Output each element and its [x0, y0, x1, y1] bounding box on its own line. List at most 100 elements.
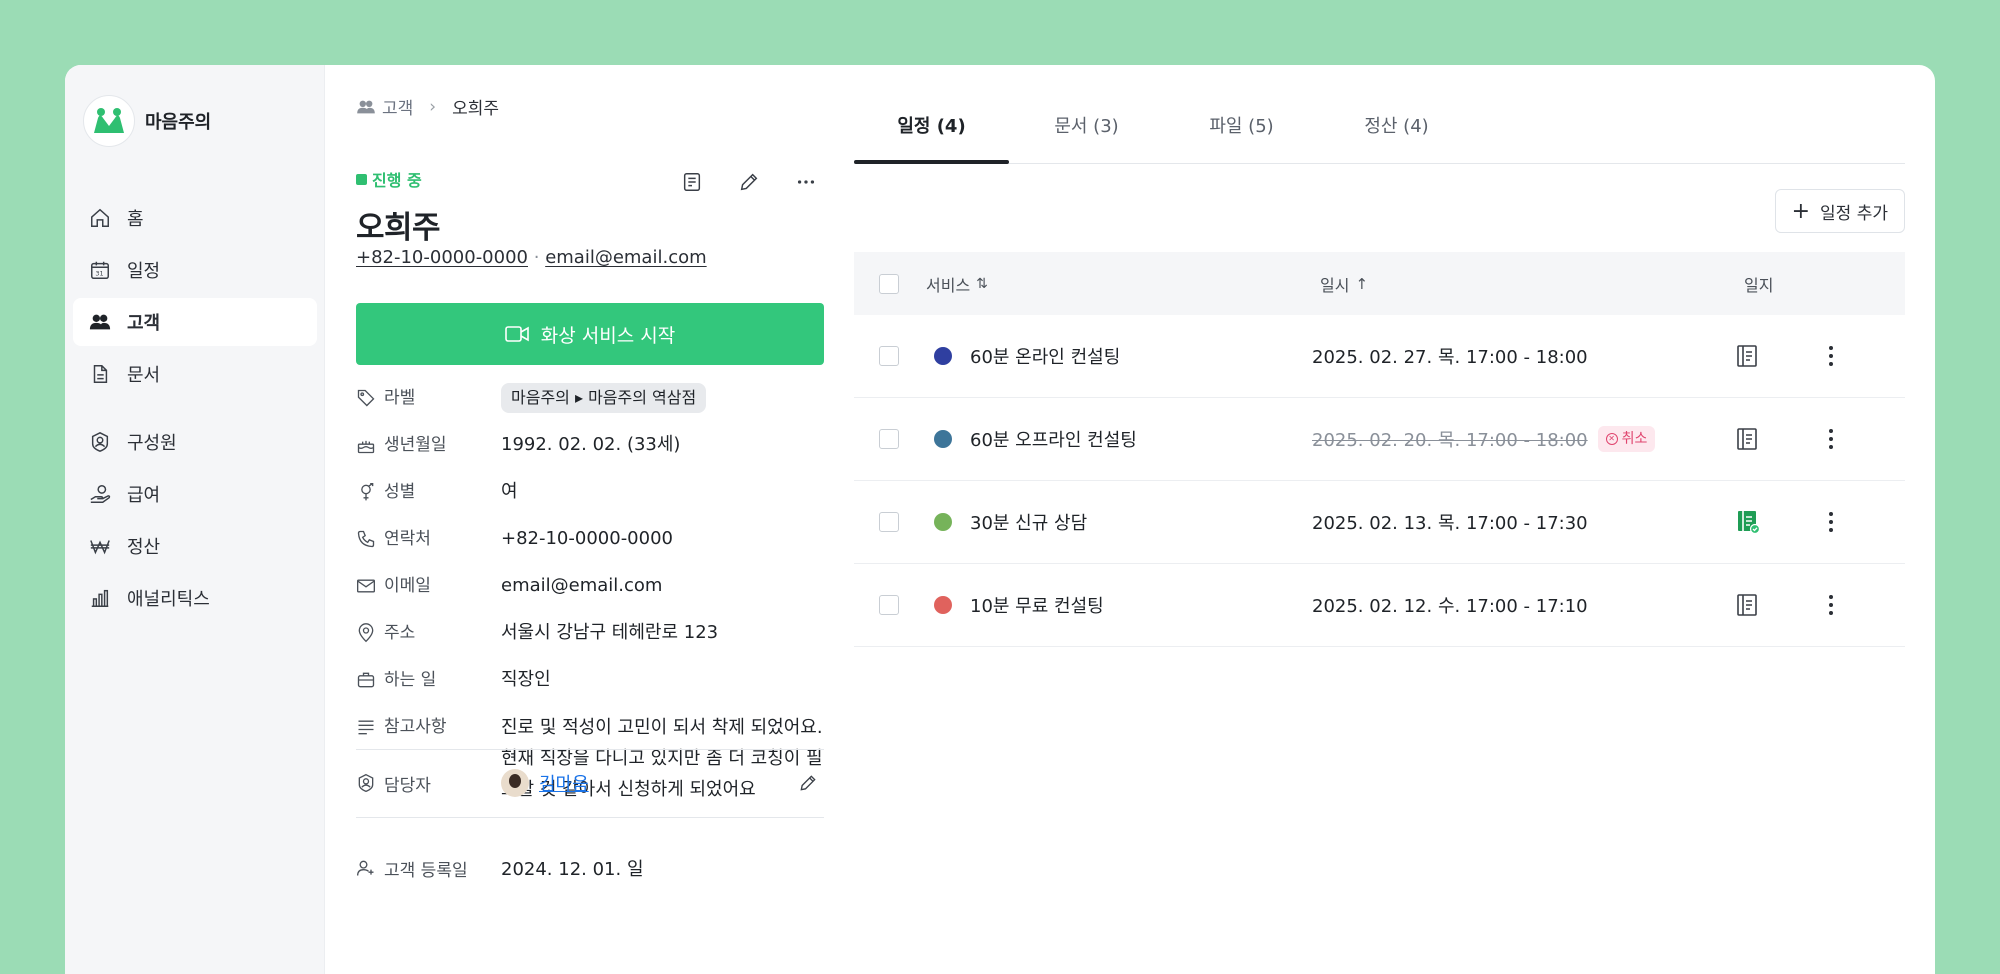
analytics-icon: [91, 589, 109, 607]
sidebar-item-label: 홈: [127, 209, 144, 230]
document-icon: [93, 365, 108, 383]
registered-value: 2024. 12. 01. 일: [501, 859, 644, 880]
column-datetime[interactable]: 일시 ↑: [1320, 272, 1744, 296]
row-checkbox[interactable]: [879, 595, 899, 615]
mail-icon: [357, 579, 375, 593]
pencil-icon: [740, 173, 758, 191]
memo-icon: [683, 173, 701, 191]
tabs: 일정 (4) 문서 (3) 파일 (5) 정산 (4): [854, 103, 1905, 164]
profile-actions: [653, 164, 824, 200]
log-button[interactable]: [1736, 344, 1806, 368]
add-schedule-button[interactable]: + 일정 추가: [1774, 189, 1905, 233]
sidebar-item-schedule[interactable]: 31 일정: [73, 246, 317, 294]
service-name: 30분 신규 상담: [970, 513, 1088, 534]
birthday-value: 1992. 02. 02. (33세): [501, 434, 681, 455]
brand[interactable]: 마음주의: [83, 95, 211, 147]
email-link[interactable]: email@email.com: [545, 247, 706, 268]
start-video-service-button[interactable]: 화상 서비스 시작: [356, 303, 824, 365]
status-label: 진행 중: [372, 171, 422, 190]
log-button[interactable]: [1736, 593, 1806, 617]
sort-ascending-icon: ↑: [1355, 274, 1369, 293]
sidebar-item-label: 문서: [127, 365, 161, 386]
log-button[interactable]: [1736, 427, 1806, 451]
divider: [356, 749, 824, 750]
service-color-dot: [934, 596, 952, 614]
sidebar-item-salary[interactable]: 급여: [73, 470, 317, 518]
cancel-icon: ✕: [1605, 433, 1618, 445]
field-email: 이메일 email@email.com: [356, 571, 824, 601]
app-window: 마음주의 홈 31 일정 고객 문서 구성원 급여 정산 애널리틱스 고객 › …: [65, 65, 1935, 974]
tab-documents[interactable]: 문서 (3): [1009, 103, 1164, 163]
field-gender: 성별 여: [356, 477, 824, 507]
member-badge-icon: [358, 773, 374, 793]
service-color-dot: [934, 513, 952, 531]
edit-owner-button[interactable]: [792, 767, 824, 799]
sidebar-item-analytics[interactable]: 애널리틱스: [73, 574, 317, 622]
edit-button[interactable]: [731, 164, 767, 200]
status-badge: 진행 중: [356, 167, 422, 191]
row-checkbox[interactable]: [879, 429, 899, 449]
chevron-right-icon: ›: [429, 96, 437, 117]
memo-button[interactable]: [674, 164, 710, 200]
log-button[interactable]: [1736, 509, 1806, 535]
table-row[interactable]: 30분 신규 상담 2025. 02. 13. 목. 17:00 - 17:30: [854, 481, 1905, 564]
sidebar-item-settlement[interactable]: 정산: [73, 522, 317, 570]
service-name: 60분 온라인 컨설팅: [970, 347, 1121, 368]
breadcrumb: 고객 › 오희주: [356, 94, 499, 119]
video-camera-icon: [504, 326, 529, 342]
main-content: 일정 (4) 문서 (3) 파일 (5) 정산 (4) + 일정 추가 서비스 …: [854, 65, 1905, 974]
tab-files[interactable]: 파일 (5): [1164, 103, 1319, 163]
customer-name: 오희주: [356, 210, 441, 246]
tab-settlement[interactable]: 정산 (4): [1319, 103, 1474, 163]
gender-value: 여: [501, 481, 518, 502]
column-log: 일지: [1744, 275, 1774, 295]
table-row[interactable]: 60분 온라인 컨설팅 2025. 02. 27. 목. 17:00 - 18:…: [854, 315, 1905, 398]
sidebar-item-customers[interactable]: 고객: [73, 298, 317, 346]
tab-schedule[interactable]: 일정 (4): [854, 103, 1009, 164]
sort-icon: ⇅: [976, 275, 988, 292]
brand-logo-icon: [83, 95, 135, 147]
customer-fields: 라벨 마음주의 ▸ 마음주의 역삼점 생년월일 1992. 02. 02. (3…: [356, 383, 824, 822]
service-name: 60분 오프라인 컨설팅: [970, 430, 1137, 451]
row-checkbox[interactable]: [879, 346, 899, 366]
salary-hand-icon: [90, 485, 111, 503]
table-row[interactable]: 60분 오프라인 컨설팅 2025. 02. 20. 목. 17:00 - 18…: [854, 398, 1905, 481]
row-more-button[interactable]: [1806, 512, 1856, 532]
sidebar-item-members[interactable]: 구성원: [73, 418, 317, 466]
more-button[interactable]: [788, 164, 824, 200]
row-checkbox[interactable]: [879, 512, 899, 532]
row-more-button[interactable]: [1806, 429, 1856, 449]
notes-icon: [358, 720, 374, 735]
sidebar-item-documents[interactable]: 문서: [73, 350, 317, 398]
sidebar-item-label: 일정: [127, 261, 161, 282]
table-row[interactable]: 10분 무료 컨설팅 2025. 02. 12. 수. 17:00 - 17:1…: [854, 564, 1905, 647]
sidebar-item-label: 구성원: [127, 433, 177, 454]
cancelled-badge: ✕ 취소: [1597, 426, 1656, 452]
tag-icon: [357, 389, 375, 407]
phone-link[interactable]: +82-10-0000-0000: [356, 247, 528, 268]
sidebar-item-label: 고객: [127, 313, 161, 334]
breadcrumb-current: 오희주: [452, 99, 500, 119]
journal-icon: [1737, 345, 1757, 367]
field-label: 라벨 마음주의 ▸ 마음주의 역삼점: [356, 383, 824, 413]
service-color-dot: [934, 347, 952, 365]
table-header: 서비스 ⇅ 일시 ↑ 일지: [854, 252, 1905, 315]
select-all-checkbox[interactable]: [879, 273, 899, 294]
row-more-button[interactable]: [1806, 595, 1856, 615]
svg-text:31: 31: [95, 270, 103, 278]
owner-name-link[interactable]: 김마음: [539, 770, 589, 796]
row-more-button[interactable]: [1806, 346, 1856, 366]
more-horizontal-icon: [797, 180, 815, 184]
label-tag[interactable]: 마음주의 ▸ 마음주의 역삼점: [501, 383, 707, 413]
address-value: 서울시 강남구 테헤란로 123: [501, 622, 719, 643]
service-name: 10분 무료 컨설팅: [970, 596, 1104, 617]
journal-completed-icon: [1738, 511, 1760, 535]
customer-contact: +82-10-0000-0000 · email@email.com: [356, 247, 707, 268]
column-service[interactable]: 서비스 ⇅: [899, 272, 1312, 296]
phone-value: +82-10-0000-0000: [501, 528, 673, 549]
sidebar-item-home[interactable]: 홈: [73, 194, 317, 242]
user-plus-icon: [357, 860, 374, 876]
journal-icon: [1737, 428, 1757, 450]
breadcrumb-parent[interactable]: 고객: [382, 94, 413, 119]
brand-name: 마음주의: [145, 112, 212, 133]
